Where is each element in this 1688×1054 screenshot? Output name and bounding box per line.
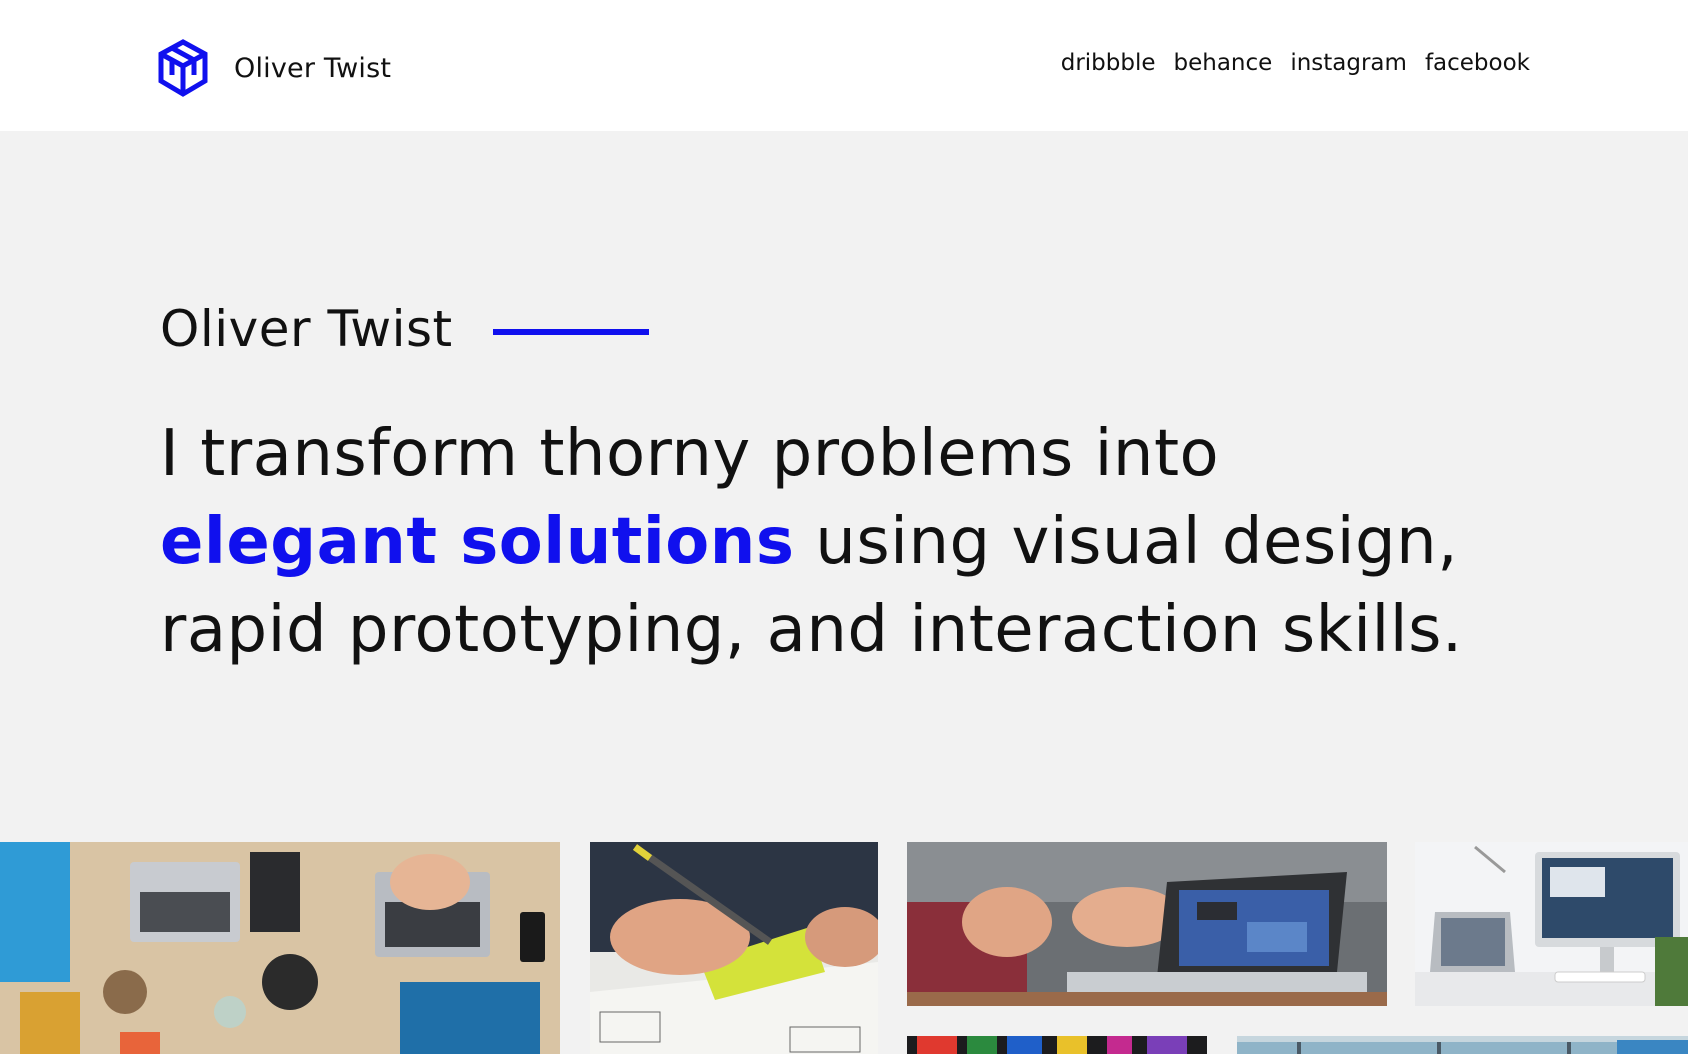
gallery-photo-meeting-laptop[interactable] <box>907 842 1387 1006</box>
nav-link-behance[interactable]: behance <box>1174 50 1273 76</box>
headline-highlight: elegant solutions <box>160 505 795 579</box>
isometric-cube-logo-icon <box>158 39 208 97</box>
accent-divider <box>492 329 649 335</box>
hero-headline: I transform thorny problems into elegant… <box>160 410 1490 674</box>
brand[interactable]: Oliver Twist <box>158 39 392 97</box>
gallery-photo-workstation[interactable] <box>1415 842 1688 1006</box>
brand-name: Oliver Twist <box>234 52 392 84</box>
hero-name: Oliver Twist <box>160 300 453 358</box>
hero-name-row: Oliver Twist <box>160 300 649 358</box>
headline-text-start: I transform thorny problems into <box>160 417 1220 491</box>
social-nav: dribbble behance instagram facebook <box>1061 50 1530 76</box>
gallery-photo-office[interactable] <box>1237 1036 1688 1054</box>
gallery-photo-desk-top-down[interactable] <box>0 842 560 1054</box>
photo-gallery <box>0 842 1688 1054</box>
nav-link-instagram[interactable]: instagram <box>1290 50 1407 76</box>
site-header: Oliver Twist dribbble behance instagram … <box>0 0 1688 131</box>
gallery-photo-colorful[interactable] <box>907 1036 1207 1054</box>
gallery-photo-sketching[interactable] <box>590 842 878 1054</box>
nav-link-facebook[interactable]: facebook <box>1425 50 1530 76</box>
nav-link-dribbble[interactable]: dribbble <box>1061 50 1156 76</box>
